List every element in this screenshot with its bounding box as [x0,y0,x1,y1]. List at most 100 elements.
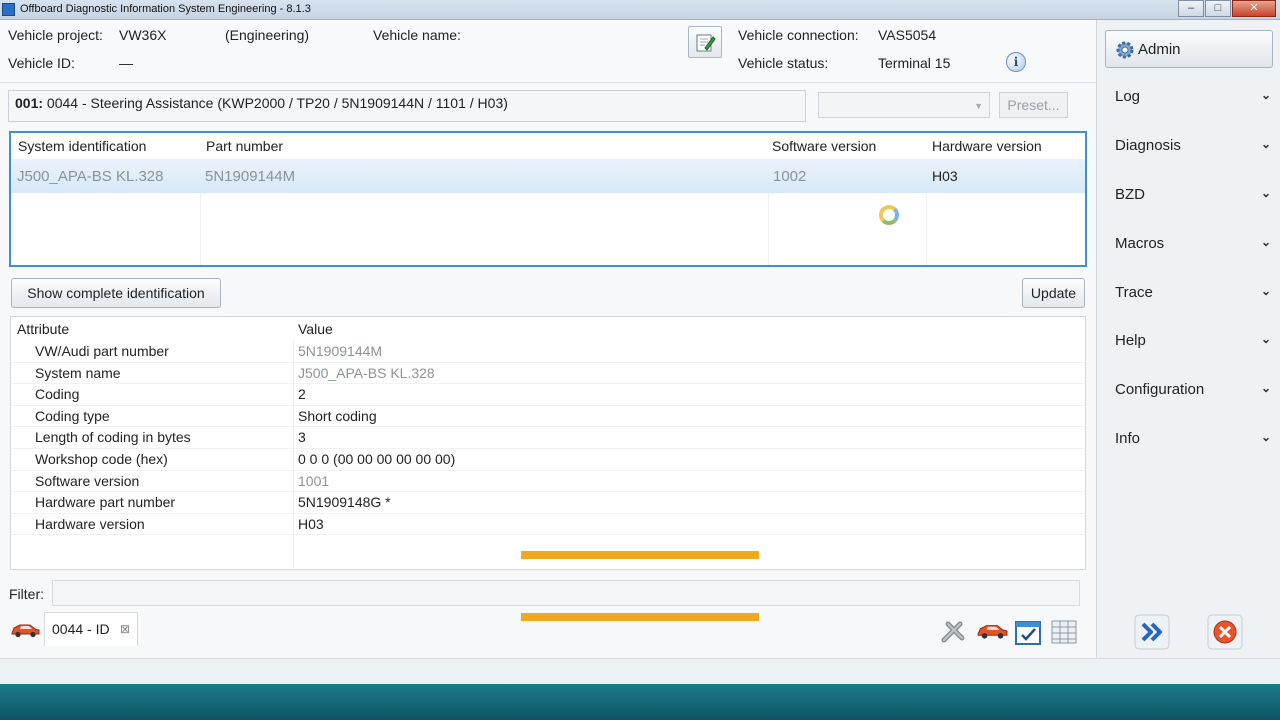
column-header-value[interactable]: Value [298,321,333,337]
table-row[interactable]: System name J500_APA-BS KL.328 [11,363,1085,385]
attribute-name: System name [35,364,121,381]
attribute-name: Length of coding in bytes [35,429,191,446]
hardware-version-cell: H03 [932,168,958,184]
car-icon[interactable] [10,622,40,638]
bottom-tab-strip: 0044 - ID ⊠ [0,610,1096,650]
sidebar-item-label: Log [1115,88,1141,105]
part-number-cell: 5N1909144M [205,168,296,185]
sidebar-item-macros[interactable]: Macros ⌄ [1097,229,1280,259]
column-header-software-version[interactable]: Software version [772,138,876,154]
column-divider [200,193,201,265]
title-bar: Offboard Diagnostic Information System E… [0,0,1280,20]
column-divider [768,193,769,265]
table-row[interactable]: Workshop code (hex) 0 0 0 (00 00 00 00 0… [11,449,1085,471]
vehicle-project-value: VW36X [119,27,167,43]
attribute-header: Attribute Value [11,317,1085,339]
close-window-button[interactable]: ✕ [1232,0,1276,17]
attribute-value: 5N1909144M [298,343,383,359]
filter-input[interactable] [52,580,1080,606]
column-header-part-number[interactable]: Part number [206,138,283,154]
main-window: Vehicle project: VW36X (Engineering) Veh… [0,20,1280,684]
attribute-name: VW/Audi part number [35,343,169,359]
admin-button[interactable]: Admin [1105,30,1273,68]
chevron-down-icon: ⌄ [1260,235,1271,249]
status-bar [0,658,1280,684]
sidebar-item-configuration[interactable]: Configuration ⌄ [1097,375,1280,405]
gear-icon [1116,41,1134,59]
vehicle-mode: (Engineering) [225,27,310,43]
preset-button[interactable]: Preset... [999,92,1068,118]
table-row[interactable]: Coding type Short coding [11,406,1085,428]
grid-icon[interactable] [1050,618,1078,646]
window-controls: – □ ✕ [1177,0,1276,18]
taskbar [0,684,1280,720]
tab-label: 0044 - ID [52,621,110,637]
sidebar-item-label: Trace [1115,284,1153,301]
cancel-icon[interactable] [1207,614,1243,650]
sidebar-item-help[interactable]: Help ⌄ [1097,326,1280,356]
sidebar-item-bzd[interactable]: BZD ⌄ [1097,180,1280,210]
sidebar-item-log[interactable]: Log ⌄ [1097,82,1280,112]
vehicle-status-value: Terminal 15 [878,55,951,71]
attribute-value: 3 [298,429,306,446]
header-divider [0,82,1096,83]
attribute-value: 0 0 0 (00 00 00 00 00 00) [298,451,456,467]
show-complete-identification-button[interactable]: Show complete identification [11,278,221,308]
table-row[interactable]: Hardware part number 5N1909148G * [11,492,1085,514]
attribute-name: Coding type [35,407,110,424]
edit-icon [696,34,716,52]
ecu-text: 0044 - Steering Assistance (KWP2000 / TP… [46,95,508,111]
update-button[interactable]: Update [1022,278,1085,308]
table-row[interactable]: Software version 1001 [11,471,1085,493]
chevron-down-icon: ⌄ [1260,381,1271,395]
attribute-name: Hardware part number [35,494,176,511]
edit-vehicle-button[interactable] [688,26,722,58]
info-icon[interactable]: i [1006,52,1026,72]
column-divider [926,193,927,265]
attribute-table: Attribute Value VW/Audi part number 5N19… [10,316,1086,570]
column-header-hardware-version[interactable]: Hardware version [932,138,1042,154]
sidebar-item-label: Info [1115,430,1141,447]
vehicle-id-label: Vehicle ID: [8,55,75,71]
chevron-down-icon: ⌄ [1260,332,1271,346]
sidebar-item-info[interactable]: Info ⌄ [1097,424,1280,454]
attribute-value: 1001 [298,472,330,489]
sidebar-item-diagnosis[interactable]: Diagnosis ⌄ [1097,131,1280,161]
attribute-value: 2 [298,386,306,403]
vehicle-header: Vehicle project: VW36X (Engineering) Veh… [0,20,1096,82]
vehicle-name-label: Vehicle name: [373,27,461,43]
chevron-down-icon: ⌄ [1260,284,1271,298]
attribute-name: Coding [35,386,80,403]
ecu-description: 001: 0044 - Steering Assistance (KWP2000… [8,90,806,122]
chevron-down-icon: ⌄ [1260,137,1271,151]
attribute-value: 5N1909148G * [298,494,391,511]
maximize-button[interactable]: □ [1205,0,1231,17]
vehicle-project-label: Vehicle project: [8,27,103,43]
table-row[interactable]: VW/Audi part number 5N1909144M [11,341,1085,363]
tab-ecu-identification[interactable]: 0044 - ID ⊠ [44,612,138,646]
loading-spinner-icon [879,205,899,225]
sidebar-item-trace[interactable]: Trace ⌄ [1097,278,1280,308]
attribute-name: Hardware version [35,515,145,532]
attribute-name: Workshop code (hex) [35,451,168,467]
checklist-icon[interactable] [1014,618,1042,646]
vehicle-connection-value: VAS5054 [878,27,937,43]
table-row[interactable]: J500_APA-BS KL.328 5N1909144M 1002 H03 [11,159,1085,193]
chevron-down-icon: ⌄ [1260,430,1271,444]
preset-dropdown[interactable]: ▼ [818,92,990,118]
vehicle-icon[interactable] [976,620,1008,642]
sidebar-item-label: Macros [1115,235,1165,252]
table-row[interactable]: Length of coding in bytes 3 [11,427,1085,449]
column-header-system-identification[interactable]: System identification [18,138,146,154]
tools-icon[interactable] [940,618,968,646]
table-row[interactable]: Coding 2 [11,384,1085,406]
admin-label: Admin [1138,41,1181,58]
table-row[interactable]: Hardware version H03 [11,514,1085,536]
minimize-button[interactable]: – [1178,0,1204,17]
forward-icon[interactable] [1134,614,1170,650]
column-header-attribute[interactable]: Attribute [17,321,69,337]
ecu-number: 001: [15,95,44,111]
close-tab-icon[interactable]: ⊠ [120,622,130,636]
vehicle-id-value: — [119,55,133,71]
sidebar-item-label: Help [1115,332,1146,349]
